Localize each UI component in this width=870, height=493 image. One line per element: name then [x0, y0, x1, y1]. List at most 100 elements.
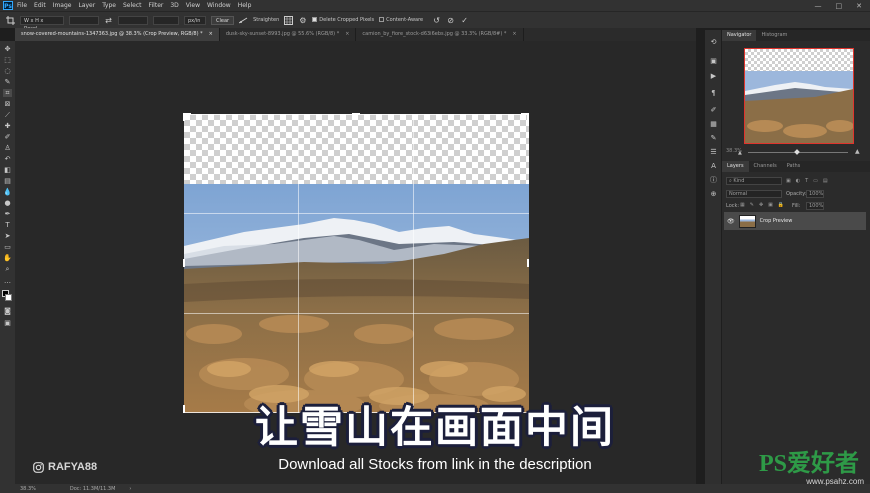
tab-document-3[interactable]: camion_by_fiore_stock-d63i6ebs.jpg @ 33.… [356, 28, 524, 41]
lock-all-icon[interactable]: 🔒 [778, 202, 784, 208]
tab-navigator[interactable]: Navigator [722, 30, 757, 41]
paragraph-icon[interactable]: ¶ [709, 89, 718, 97]
tab-channels[interactable]: Channels [749, 161, 782, 172]
menu-layer[interactable]: Layer [78, 2, 95, 9]
quick-mask-icon[interactable]: ◙ [3, 307, 12, 315]
zoom-tool-icon[interactable]: ⌕ [3, 265, 12, 273]
ratio-select[interactable]: W x H x Resol... [20, 15, 64, 32]
type-tool-icon[interactable]: T [3, 221, 12, 229]
zoom-out-icon[interactable]: ▲ [738, 150, 742, 156]
glyphs-icon[interactable]: ⊕ [709, 190, 718, 198]
content-aware-checkbox[interactable]: Content-Aware [379, 17, 423, 23]
clone-stamp-tool-icon[interactable]: ♙ [3, 144, 12, 152]
navigator-preview[interactable] [744, 48, 854, 144]
tab-document-1[interactable]: snow-covered-mountains-1347363.jpg @ 38.… [15, 28, 220, 41]
menu-filter[interactable]: Filter [149, 2, 164, 9]
menu-type[interactable]: Type [102, 2, 116, 9]
width-field[interactable] [69, 15, 99, 25]
screen-mode-icon[interactable]: ▣ [3, 319, 12, 327]
dodge-tool-icon[interactable]: ● [3, 199, 12, 207]
actions-play-icon[interactable]: ▶ [709, 72, 718, 80]
lock-pixels-icon[interactable]: ▦ [740, 202, 745, 208]
history-brush-tool-icon[interactable]: ↶ [3, 155, 12, 163]
swap-icon[interactable]: ⇄ [104, 16, 113, 25]
close-tab-icon[interactable]: × [209, 28, 213, 41]
crop-handle-top-left[interactable] [183, 113, 185, 121]
eraser-tool-icon[interactable]: ◧ [3, 166, 12, 174]
tab-document-2[interactable]: dusk-sky-sunset-8993.jpg @ 55.6% (RGB/8)… [219, 28, 357, 41]
menu-view[interactable]: View [186, 2, 200, 9]
eyedropper-tool-icon[interactable]: ⟋ [3, 111, 12, 119]
layer-filter-field[interactable]: ⌕ Kind [726, 177, 782, 185]
lock-paint-icon[interactable]: ✎ [750, 202, 754, 208]
filter-pixel-icon[interactable]: ▣ [786, 178, 791, 184]
mountain-photo[interactable] [184, 184, 529, 413]
brush-settings-icon[interactable]: ✐ [709, 106, 718, 114]
menu-3d[interactable]: 3D [170, 2, 178, 9]
menu-edit[interactable]: Edit [34, 2, 46, 9]
rectangle-tool-icon[interactable]: ▭ [3, 243, 12, 251]
straighten-label[interactable]: Straighten [253, 17, 279, 23]
gear-icon[interactable]: ⚙ [298, 16, 307, 25]
tab-layers[interactable]: Layers [722, 161, 749, 172]
fill-field[interactable]: 100% [806, 202, 824, 210]
hand-tool-icon[interactable]: ✋ [3, 254, 12, 262]
reset-icon[interactable]: ↺ [432, 16, 441, 25]
delete-cropped-checkbox[interactable]: Delete Cropped Pixels [312, 17, 374, 23]
opacity-field[interactable]: 100% [806, 190, 824, 198]
eye-icon[interactable]: 👁 [727, 218, 735, 225]
brush-tool-icon[interactable]: ✐ [3, 133, 12, 141]
resolution-field[interactable] [153, 15, 179, 25]
path-selection-tool-icon[interactable]: ➤ [3, 232, 12, 240]
maximize-button[interactable]: □ [836, 2, 843, 10]
crop-handle-left[interactable] [183, 259, 185, 267]
close-button[interactable]: ✕ [856, 2, 862, 10]
gradient-tool-icon[interactable]: ▤ [3, 177, 12, 185]
background-color-swatch[interactable] [5, 294, 12, 301]
close-tab-icon[interactable]: × [512, 28, 516, 41]
resolution-unit-select[interactable]: px/in [184, 15, 206, 25]
styles-icon[interactable]: ✎ [709, 134, 718, 142]
crop-tool-preset-icon[interactable] [6, 15, 15, 25]
lasso-tool-icon[interactable]: ◌ [3, 67, 12, 75]
overlay-grid-icon[interactable] [284, 15, 294, 25]
pen-tool-icon[interactable]: ✒ [3, 210, 12, 218]
crop-tool-icon[interactable]: ⌗ [3, 89, 12, 97]
menu-select[interactable]: Select [123, 2, 142, 9]
info-icon[interactable]: ⓘ [709, 176, 718, 184]
status-zoom[interactable]: 38.3% [20, 486, 36, 492]
lock-artboard-icon[interactable]: ▣ [768, 202, 773, 208]
adjustments-icon[interactable]: ▣ [709, 57, 718, 65]
quick-select-tool-icon[interactable]: ✎ [3, 78, 12, 86]
move-tool-icon[interactable]: ✥ [3, 45, 12, 53]
marquee-tool-icon[interactable]: ⬚ [3, 56, 12, 64]
blur-tool-icon[interactable]: 💧 [3, 188, 12, 196]
properties-icon[interactable]: ☰ [709, 148, 718, 156]
swatches-icon[interactable]: ▦ [709, 120, 718, 128]
character-icon[interactable]: A [709, 162, 718, 170]
zoom-slider-handle[interactable] [794, 149, 800, 155]
tab-histogram[interactable]: Histogram [756, 30, 792, 41]
straighten-icon[interactable] [239, 16, 248, 25]
commit-check-icon[interactable]: ✓ [460, 16, 469, 25]
menu-help[interactable]: Help [238, 2, 252, 9]
zoom-in-icon[interactable]: ▲ [855, 148, 860, 155]
healing-brush-tool-icon[interactable]: ✚ [3, 122, 12, 130]
blend-mode-select[interactable]: Normal [726, 190, 782, 198]
crop-handle-top[interactable] [352, 113, 360, 115]
more-tools-icon[interactable]: … [3, 277, 12, 285]
tab-paths[interactable]: Paths [782, 161, 806, 172]
crop-handle-top-right[interactable] [527, 113, 529, 121]
menu-file[interactable]: File [17, 2, 27, 9]
menu-window[interactable]: Window [207, 2, 231, 9]
layer-row[interactable]: 👁 Crop Preview [724, 212, 866, 230]
crop-handle-right[interactable] [527, 259, 529, 267]
filter-smart-icon[interactable]: ▤ [823, 178, 828, 184]
filter-adjustment-icon[interactable]: ◐ [796, 178, 800, 184]
close-tab-icon[interactable]: × [345, 28, 349, 41]
clear-button[interactable]: Clear [211, 15, 235, 25]
menu-image[interactable]: Image [53, 2, 72, 9]
filter-type-icon[interactable]: T [805, 178, 808, 184]
history-icon[interactable]: ⟲ [709, 38, 718, 46]
cancel-icon[interactable]: ⊘ [446, 16, 455, 25]
